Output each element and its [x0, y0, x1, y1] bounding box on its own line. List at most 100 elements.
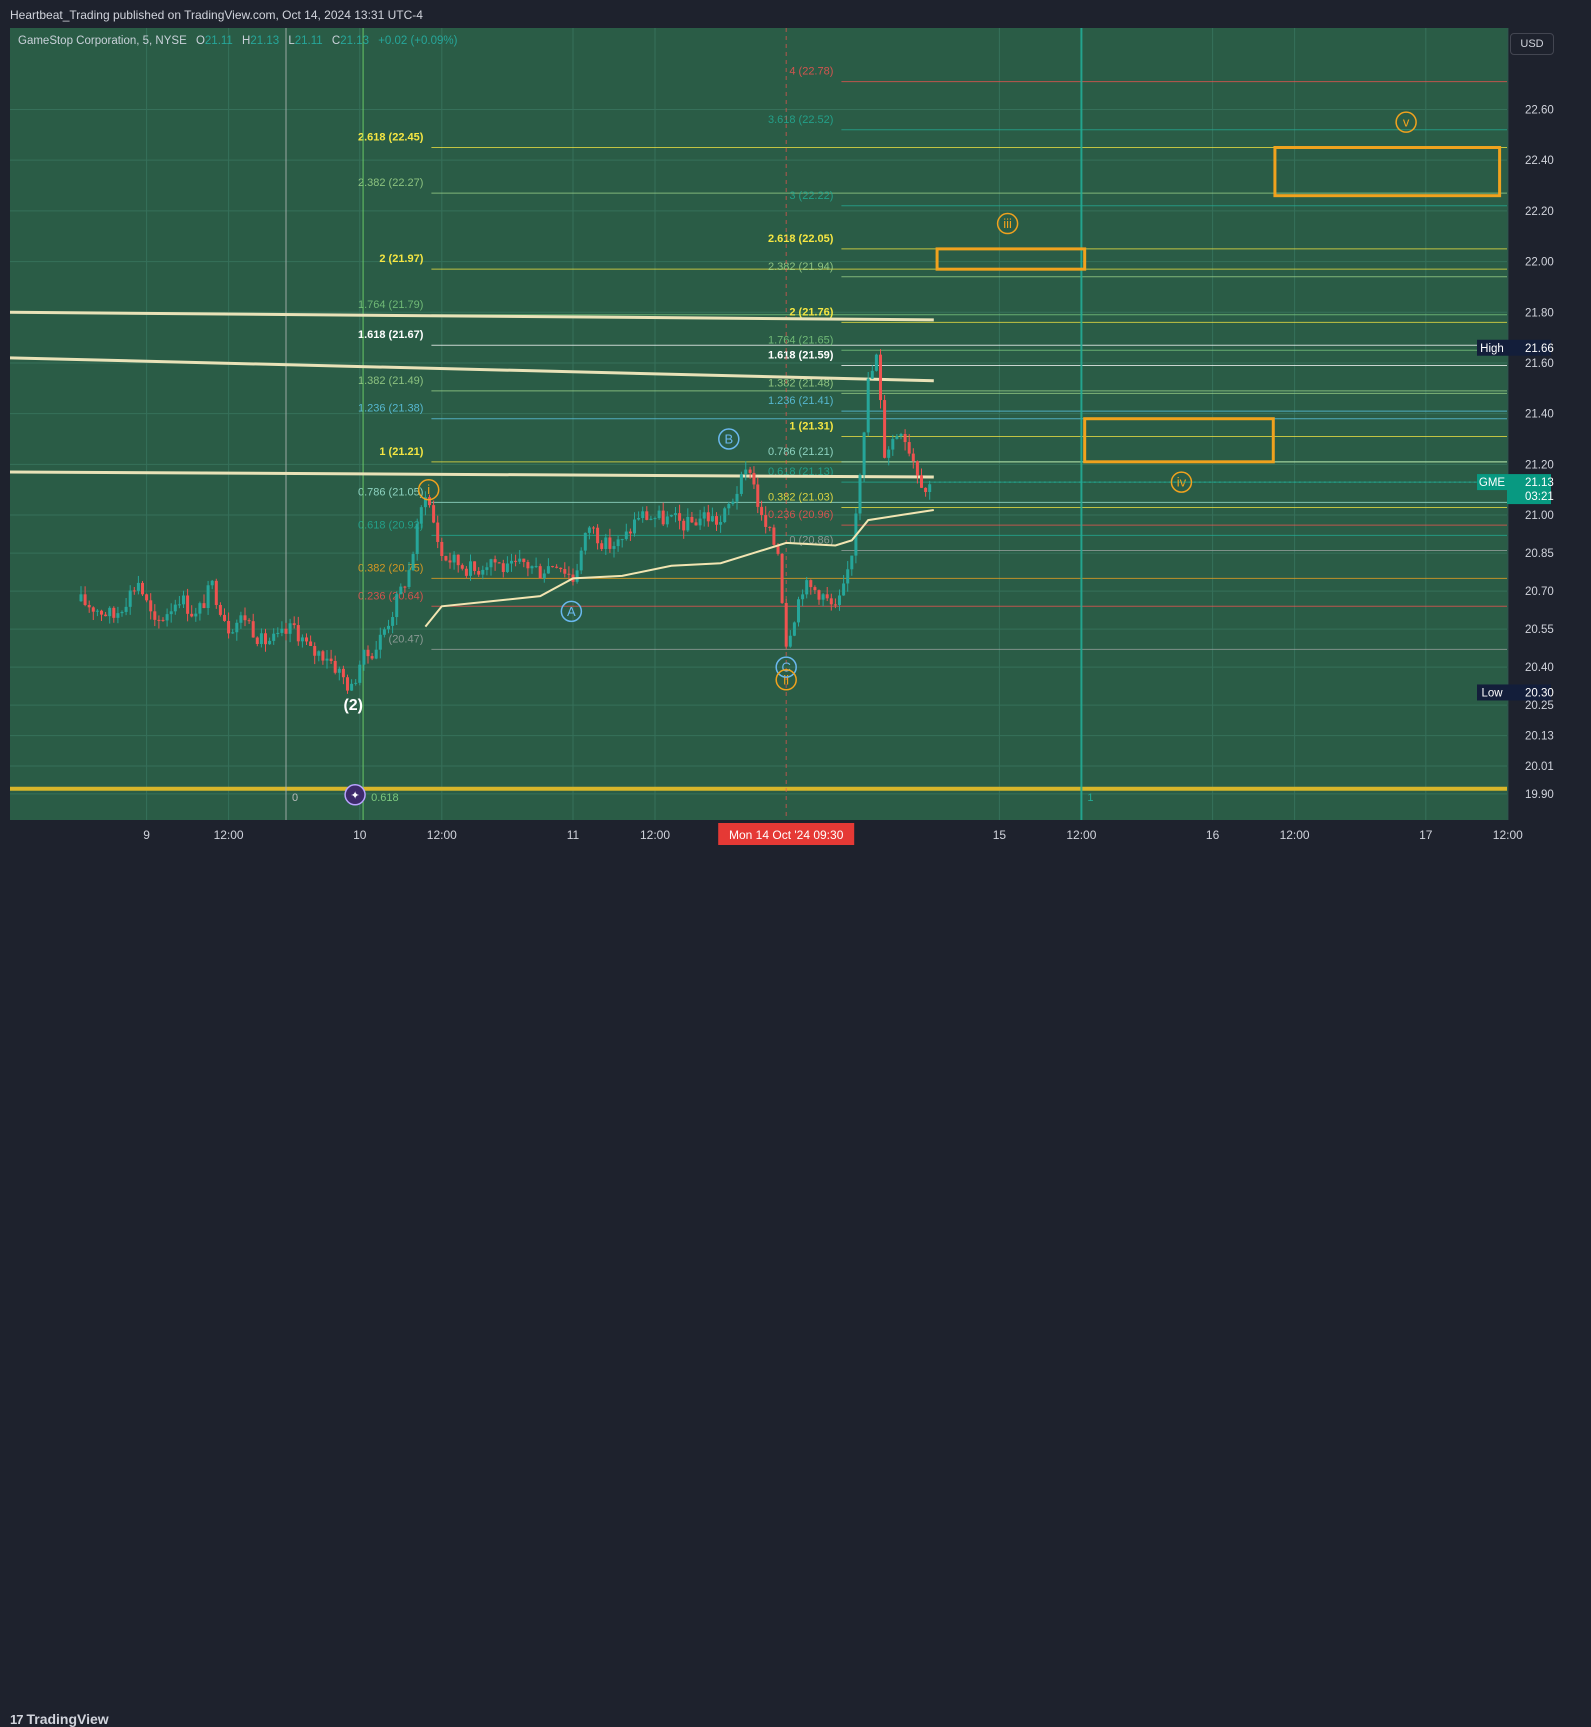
time-tick-label: 12:00: [640, 828, 670, 842]
candle-body: [821, 594, 825, 600]
candle-body: [358, 664, 362, 683]
tradingview-logo[interactable]: 17 TradingView: [10, 1711, 109, 1727]
currency-button[interactable]: USD: [1510, 33, 1554, 55]
candle-body: [678, 513, 682, 521]
candle-body: [305, 637, 308, 642]
candle-body: [583, 532, 587, 551]
candle-body: [620, 539, 624, 541]
candle-body: [489, 559, 493, 568]
candle-body: [920, 475, 923, 488]
candle-body: [473, 561, 477, 571]
candle-body: [100, 610, 103, 615]
candle-body: [382, 629, 386, 635]
candle-body: [907, 442, 911, 454]
high-marker-value: 21.66: [1525, 343, 1554, 355]
candle-body: [567, 573, 571, 575]
candle-body: [805, 580, 809, 595]
fib-level-label: 3.618 (22.52): [768, 114, 833, 126]
candle-body: [518, 558, 522, 562]
price-tick-label: 22.00: [1525, 257, 1554, 269]
price-tick-label: 21.60: [1525, 358, 1554, 370]
candle-body: [653, 518, 657, 520]
candle-body: [194, 613, 198, 617]
candle-body: [210, 580, 214, 586]
candle-body: [149, 600, 153, 612]
candle-body: [788, 635, 792, 647]
candle-body: [559, 567, 563, 570]
candle-body: [497, 562, 501, 564]
candle-body: [153, 611, 157, 620]
wave-label: v: [1403, 115, 1410, 130]
candle-body: [177, 604, 181, 606]
price-tick-label: 21.20: [1525, 459, 1554, 471]
candle-body: [374, 649, 378, 659]
candle-body: [801, 594, 805, 600]
candle-body: [665, 516, 669, 525]
price-tick-label: 22.40: [1525, 155, 1554, 167]
candle-body: [858, 474, 862, 514]
candle-body: [551, 566, 554, 568]
candle-body: [223, 614, 226, 621]
candle-body: [436, 522, 440, 542]
candle-body: [243, 615, 247, 621]
candle-body: [633, 519, 636, 534]
candle-body: [198, 603, 202, 614]
candle-body: [485, 567, 489, 570]
candle-body: [448, 560, 452, 563]
candle-body: [641, 511, 645, 518]
symbol-title[interactable]: GameStop Corporation, 5, NYSE: [18, 35, 187, 47]
candle-body: [136, 582, 140, 591]
high-marker-label: High: [1480, 343, 1504, 355]
candle-body: [649, 518, 653, 520]
candle-body: [866, 378, 870, 433]
footer: 17 TradingView: [0, 852, 1591, 1727]
candle-body: [772, 527, 776, 545]
candle-body: [686, 516, 690, 531]
candle-body: [739, 474, 743, 494]
time-tick-label: 12:00: [214, 828, 244, 842]
candle-body: [616, 539, 620, 547]
close-label: C: [331, 35, 341, 47]
vertical-marker-label: 0: [292, 792, 298, 804]
candle-body: [505, 563, 509, 572]
candle-body: [218, 604, 222, 615]
wave-label: A: [567, 604, 576, 619]
fib-level-label: 4 (22.78): [789, 66, 833, 78]
candle-body: [280, 628, 284, 633]
open-value: 21.11: [204, 35, 233, 47]
fib-base-ratio-label: 0.618: [371, 792, 399, 804]
vertical-marker-label: 1: [1087, 792, 1093, 804]
candle-body: [321, 651, 325, 661]
wave-label: iii: [1003, 216, 1012, 231]
candle-body: [526, 562, 530, 569]
fib-level-label: 2 (21.97): [379, 253, 423, 265]
candle-body: [760, 506, 764, 516]
candle-body: [268, 640, 272, 645]
chart-canvas[interactable]: 2.618 (22.45) 2.382 (22.27) 2 (21.97) 1.764…: [10, 28, 1591, 852]
candle-body: [83, 594, 87, 606]
candle-body: [903, 433, 907, 443]
candle-body: [407, 570, 411, 587]
candle-body: [891, 438, 895, 450]
wave-label: B: [724, 432, 733, 447]
candle-body: [833, 604, 837, 606]
fib-level-label: 1.382 (21.49): [358, 375, 423, 387]
symbol-legend[interactable]: GameStop Corporation, 5, NYSE O21.11 H21…: [18, 35, 457, 47]
fib-level-label: 1 (21.31): [789, 420, 833, 432]
candle-body: [329, 658, 333, 661]
candle-body: [501, 563, 505, 572]
candle-body: [112, 607, 116, 618]
candle-body: [415, 523, 419, 555]
candle-body: [469, 561, 472, 576]
fib-level-label: 2.618 (22.45): [358, 132, 424, 144]
candle-body: [346, 677, 349, 691]
candle-body: [161, 619, 165, 621]
candle-body: [825, 594, 829, 599]
candle-body: [411, 554, 415, 571]
price-tick-label: 22.20: [1525, 206, 1554, 218]
candle-body: [493, 559, 497, 563]
candle-body: [534, 566, 538, 568]
tradingview-logo-text: TradingView: [26, 1711, 109, 1727]
candle-body: [309, 641, 313, 647]
current-price-value: 21.13: [1525, 477, 1554, 489]
